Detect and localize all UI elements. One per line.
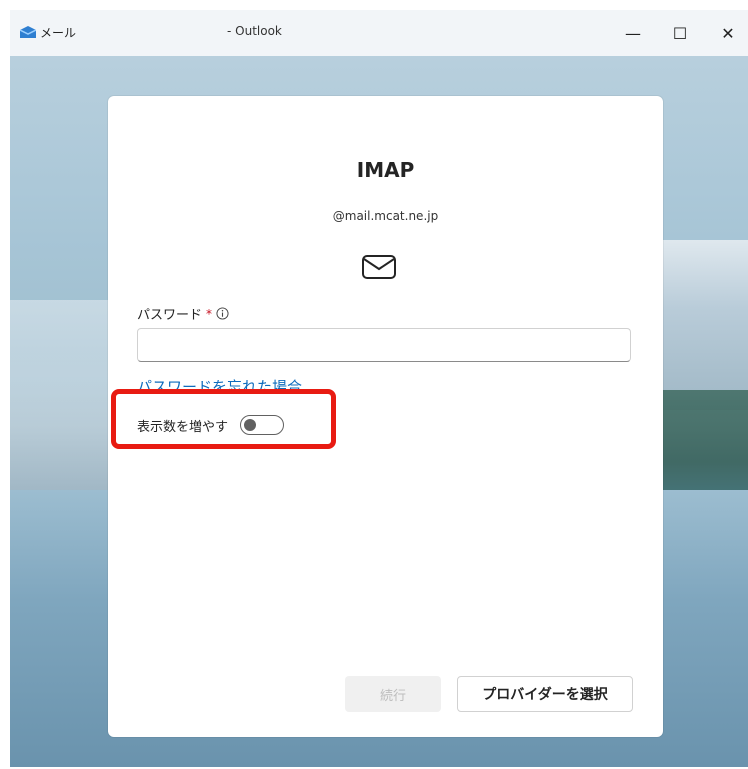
minimize-button[interactable]: — bbox=[613, 20, 653, 46]
envelope-icon bbox=[362, 255, 396, 279]
password-label: パスワード * bbox=[137, 304, 229, 323]
info-icon[interactable] bbox=[216, 307, 229, 320]
minimize-icon: — bbox=[625, 23, 641, 43]
password-input[interactable] bbox=[137, 328, 631, 362]
continue-button[interactable]: 続行 bbox=[345, 676, 441, 712]
close-button[interactable]: ✕ bbox=[708, 20, 748, 46]
email-address: @mail.mcat.ne.jp bbox=[332, 209, 439, 223]
maximize-button[interactable]: ☐ bbox=[660, 20, 700, 46]
protocol-title: IMAP bbox=[356, 158, 415, 182]
app-name: メール bbox=[40, 26, 77, 40]
title-bar: メール - Outlook — ☐ ✕ bbox=[10, 10, 748, 56]
highlight-box bbox=[111, 389, 336, 449]
choose-provider-button[interactable]: プロバイダーを選択 bbox=[457, 676, 633, 712]
close-icon: ✕ bbox=[721, 23, 735, 43]
mail-app-icon bbox=[20, 26, 36, 38]
password-label-text: パスワード bbox=[137, 308, 203, 323]
maximize-icon: ☐ bbox=[672, 23, 688, 43]
window-title: - Outlook bbox=[227, 24, 282, 38]
required-asterisk: * bbox=[206, 306, 213, 321]
